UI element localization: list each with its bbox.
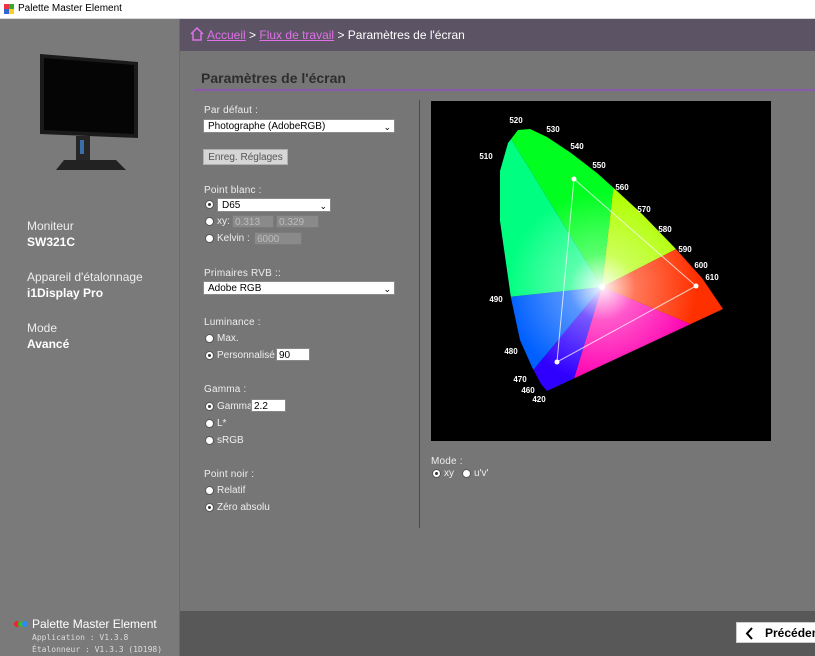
title-divider	[194, 89, 815, 91]
gamma-radio[interactable]	[205, 402, 214, 411]
gamma-srgb-label: sRGB	[217, 435, 244, 446]
default-select-value: Photographe (AdobeRGB)	[208, 121, 326, 132]
gamma-lstar-radio[interactable]	[205, 419, 214, 428]
primaries-label: Primaires RVB ::	[204, 268, 281, 279]
window-title: Palette Master Element	[18, 3, 122, 14]
monitor-value: SW321C	[27, 235, 76, 249]
white-y-input[interactable]: 0.329	[276, 215, 319, 228]
home-icon[interactable]	[190, 27, 204, 41]
chevron-left-icon	[745, 627, 753, 640]
default-select[interactable]: Photographe (AdobeRGB) ⌄	[203, 119, 395, 133]
wavelength-label: 490	[489, 295, 503, 304]
wavelength-label: 580	[658, 225, 672, 234]
mode-xy-label: xy	[444, 468, 454, 479]
chevron-down-icon: ⌄	[319, 201, 327, 211]
mode-uv-label: u'v'	[474, 468, 489, 479]
default-label: Par défaut :	[204, 105, 259, 116]
gamma-option-label: Gamma	[217, 401, 253, 412]
brand-logo-icon	[14, 621, 28, 627]
mode-label: Mode	[27, 321, 58, 335]
wavelength-label: 510	[479, 152, 493, 161]
white-kelvin-input[interactable]: 6000	[254, 232, 302, 245]
gamma-input[interactable]: 2.2	[251, 399, 286, 412]
white-d65-radio[interactable]	[205, 200, 214, 209]
save-settings-button[interactable]: Enreg. Réglages	[203, 149, 288, 165]
breadcrumb-home[interactable]: Accueil	[207, 28, 246, 42]
white-kelvin-radio[interactable]	[205, 234, 214, 243]
vertical-divider	[419, 100, 420, 528]
lum-custom-radio[interactable]	[205, 351, 214, 360]
black-point-label: Point noir :	[204, 469, 255, 480]
black-absolute-label: Zéro absolu	[217, 502, 270, 513]
wavelength-label: 570	[637, 205, 651, 214]
chromaticity-diagram: 520 530 540 550 560 570 580 590 600 610 …	[431, 101, 771, 441]
breadcrumb-current: Paramètres de l'écran	[347, 28, 465, 42]
monitor-label: Moniteur	[27, 219, 74, 233]
white-point-label: Point blanc :	[204, 185, 262, 196]
wavelength-label: 600	[694, 261, 708, 270]
white-x-input[interactable]: 0.313	[232, 215, 274, 228]
lum-custom-label: Personnalisé	[217, 350, 275, 361]
previous-label: Précédent	[765, 626, 815, 640]
chromaticity-svg: 520 530 540 550 560 570 580 590 600 610 …	[479, 116, 723, 404]
wavelength-label: 470	[513, 375, 527, 384]
white-kelvin-label: Kelvin :	[217, 233, 250, 244]
breadcrumb: Accueil > Flux de travail > Paramètres d…	[180, 19, 815, 51]
gamma-lstar-label: L*	[217, 418, 227, 429]
wavelength-label: 550	[592, 161, 606, 170]
wavelength-label: 420	[532, 395, 546, 404]
app-icon	[4, 4, 14, 14]
primaries-select[interactable]: Adobe RGB ⌄	[203, 281, 395, 295]
footer-bar	[180, 611, 815, 656]
brand-name: Palette Master Element	[32, 617, 157, 631]
calibrator-version: Étalonneur : V1.3.3 (1D198)	[32, 645, 163, 654]
black-relative-radio[interactable]	[205, 486, 214, 495]
wavelength-label: 540	[570, 142, 584, 151]
white-xy-label: xy:	[217, 216, 230, 227]
black-relative-label: Relatif	[217, 485, 246, 496]
gamma-srgb-radio[interactable]	[205, 436, 214, 445]
chevron-down-icon: ⌄	[383, 284, 391, 294]
white-d65-select[interactable]: D65 ⌄	[217, 198, 331, 212]
window-titlebar: Palette Master Element	[0, 0, 815, 19]
luminance-label: Luminance :	[204, 317, 261, 328]
white-d65-value: D65	[222, 200, 241, 211]
lum-max-label: Max.	[217, 333, 239, 344]
chevron-down-icon: ⌄	[383, 122, 391, 132]
monitor-image	[40, 54, 138, 170]
white-xy-radio[interactable]	[205, 217, 214, 226]
black-absolute-radio[interactable]	[205, 503, 214, 512]
wavelength-label: 590	[678, 245, 692, 254]
wavelength-label: 460	[521, 386, 535, 395]
breadcrumb-workflow[interactable]: Flux de travail	[259, 28, 334, 42]
wavelength-label: 530	[546, 125, 560, 134]
wavelength-label: 520	[509, 116, 523, 125]
breadcrumb-separator: >	[337, 28, 345, 42]
chart-mode-label: Mode :	[431, 456, 463, 467]
page-title: Paramètres de l'écran	[201, 70, 346, 86]
primaries-select-value: Adobe RGB	[208, 283, 262, 294]
mode-value: Avancé	[27, 337, 70, 351]
gamma-label: Gamma :	[204, 384, 247, 395]
wavelength-label: 560	[615, 183, 629, 192]
app-version: Application : V1.3.8	[32, 633, 129, 642]
device-label: Appareil d'étalonnage	[27, 270, 143, 284]
lum-max-radio[interactable]	[205, 334, 214, 343]
mode-uv-radio[interactable]	[462, 469, 471, 478]
wavelength-label: 610	[705, 273, 719, 282]
breadcrumb-separator: >	[249, 28, 257, 42]
luminance-input[interactable]: 90	[276, 348, 310, 361]
wavelength-label: 480	[504, 347, 518, 356]
device-value: i1Display Pro	[27, 286, 104, 300]
mode-xy-radio[interactable]	[432, 469, 441, 478]
previous-button[interactable]: Précédent	[736, 622, 815, 643]
